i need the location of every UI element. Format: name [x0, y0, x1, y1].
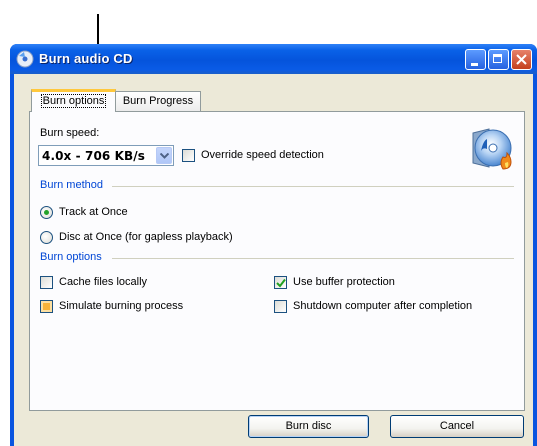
- close-button[interactable]: [511, 49, 532, 70]
- title-bar[interactable]: Burn audio CD: [10, 44, 537, 74]
- burn-speed-value: 4.0x - 706 KB/s: [42, 149, 146, 163]
- burn-method-divider: [112, 186, 514, 187]
- cd-burn-icon: [16, 50, 34, 68]
- minimize-button[interactable]: [465, 49, 486, 70]
- disc-at-once-radio[interactable]: [40, 231, 53, 244]
- burn-disc-button[interactable]: Burn disc: [248, 415, 369, 438]
- override-speed-checkbox[interactable]: [182, 149, 195, 162]
- chevron-down-icon: [160, 153, 169, 159]
- buffer-protection-checkbox[interactable]: [274, 276, 287, 289]
- burn-speed-select[interactable]: 4.0x - 706 KB/s: [38, 145, 174, 166]
- screenshot-stage: Burn audio CD Burn options Burn Progress…: [0, 0, 537, 446]
- simulate-burning-label[interactable]: Simulate burning process: [59, 300, 183, 312]
- radio-selected-dot: [44, 210, 49, 215]
- tab-burn-progress-label: Burn Progress: [122, 95, 194, 107]
- window-title: Burn audio CD: [39, 51, 133, 66]
- tab-burn-options[interactable]: Burn options: [31, 89, 116, 112]
- burn-speed-dropdown-button[interactable]: [156, 147, 172, 164]
- shutdown-computer-label[interactable]: Shutdown computer after completion: [293, 300, 472, 312]
- disc-at-once-label[interactable]: Disc at Once (for gapless playback): [59, 231, 233, 243]
- close-icon: [516, 54, 527, 65]
- shutdown-computer-checkbox[interactable]: [274, 300, 287, 313]
- override-speed-label[interactable]: Override speed detection: [201, 149, 324, 161]
- burn-audio-cd-window: Burn audio CD Burn options Burn Progress…: [10, 44, 537, 446]
- burn-method-group-label: Burn method: [40, 179, 103, 191]
- burn-options-divider: [112, 258, 514, 259]
- burn-options-panel: Burn speed: 4.0x - 706 KB/s Override spe…: [29, 111, 525, 411]
- music-cd-burn-icon: [472, 128, 512, 170]
- cancel-button[interactable]: Cancel: [390, 415, 524, 438]
- cache-files-checkbox[interactable]: [40, 276, 53, 289]
- tab-burn-options-label: Burn options: [40, 94, 107, 108]
- simulate-burning-checkbox[interactable]: [40, 300, 53, 313]
- track-at-once-label[interactable]: Track at Once: [59, 206, 128, 218]
- tab-burn-progress[interactable]: Burn Progress: [115, 91, 201, 111]
- track-at-once-radio[interactable]: [40, 206, 53, 219]
- maximize-button[interactable]: [488, 49, 509, 70]
- cache-files-label[interactable]: Cache files locally: [59, 276, 147, 288]
- checkmark-icon: [276, 278, 286, 288]
- burn-speed-label: Burn speed:: [40, 127, 100, 139]
- burn-options-group-label: Burn options: [40, 251, 102, 263]
- buffer-protection-label[interactable]: Use buffer protection: [293, 276, 395, 288]
- dialog-client-area: Burn options Burn Progress Burn speed: 4…: [14, 74, 533, 446]
